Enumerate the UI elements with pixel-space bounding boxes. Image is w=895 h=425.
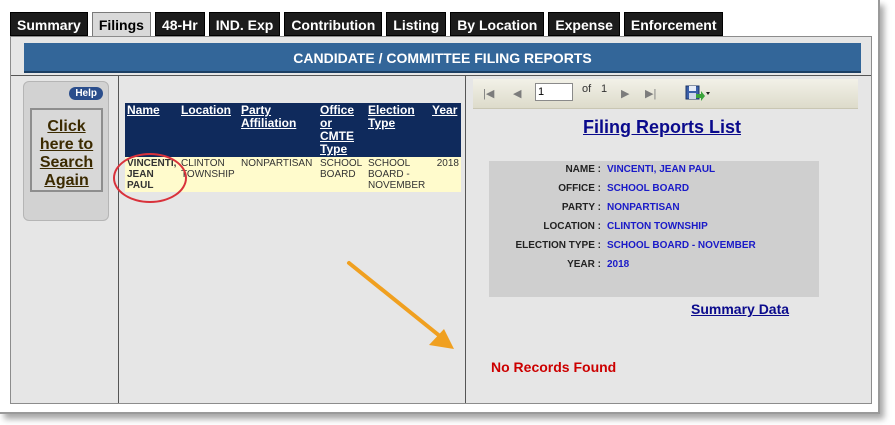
tab-ind-exp[interactable]: IND. Exp	[208, 12, 281, 36]
cell-year: 2018	[430, 157, 461, 192]
cell-party: NONPARTISAN	[239, 157, 318, 192]
tab-summary[interactable]: Summary	[10, 12, 88, 36]
info-label: LOCATION :	[543, 221, 601, 232]
tab-contribution[interactable]: Contribution	[284, 12, 383, 36]
results-header-row: Name Location Party Affiliation Office o…	[125, 103, 461, 157]
columns-top-border	[11, 75, 871, 76]
annotation-circle	[113, 153, 187, 203]
content-panel: CANDIDATE / COMMITTEE FILING REPORTS Hel…	[10, 36, 872, 404]
info-row-office: OFFICE : SCHOOL BOARD	[489, 180, 819, 198]
report-toolbar: |◀ ◀ of 1 ▶ ▶|	[473, 79, 858, 109]
annotation-arrow	[347, 261, 454, 349]
save-export-icon[interactable]	[685, 85, 711, 104]
info-value: VINCENTI, JEAN PAUL	[607, 164, 716, 175]
cell-office: SCHOOL BOARD	[318, 157, 366, 192]
info-value: NONPARTISAN	[607, 202, 680, 213]
tab-listing[interactable]: Listing	[386, 12, 447, 36]
info-label: NAME :	[565, 164, 601, 175]
summary-data-link[interactable]: Summary Data	[691, 301, 789, 317]
search-panel: Help Click here to Search Again	[23, 81, 109, 221]
info-value: CLINTON TOWNSHIP	[607, 221, 708, 232]
info-value: SCHOOL BOARD	[607, 183, 690, 194]
tab-filings[interactable]: Filings	[91, 12, 151, 38]
search-again-button[interactable]: Click here to Search Again	[30, 108, 103, 192]
total-pages: 1	[601, 83, 608, 95]
info-row-name: NAME : VINCENTI, JEAN PAUL	[489, 161, 819, 179]
no-records-message: No Records Found	[491, 359, 617, 375]
filer-info-box: NAME : VINCENTI, JEAN PAUL OFFICE : SCHO…	[489, 161, 819, 297]
header-location[interactable]: Location	[179, 103, 239, 157]
tab-expense[interactable]: Expense	[548, 12, 620, 36]
header-year[interactable]: Year	[430, 103, 461, 157]
info-label: YEAR :	[567, 259, 601, 270]
info-value: SCHOOL BOARD - NOVEMBER	[607, 240, 756, 251]
window-frame: Summary Filings 48-Hr IND. Exp Contribut…	[0, 0, 880, 414]
tab-bar: Summary Filings 48-Hr IND. Exp Contribut…	[10, 12, 724, 38]
info-label: OFFICE :	[558, 183, 601, 194]
column-divider-left	[118, 75, 119, 403]
help-button[interactable]: Help	[69, 87, 103, 100]
of-label: of	[582, 83, 592, 95]
info-row-party: PARTY : NONPARTISAN	[489, 199, 819, 217]
report-title: Filing Reports List	[583, 117, 742, 137]
cell-location: CLINTON TOWNSHIP	[179, 157, 239, 192]
tab-48-hr[interactable]: 48-Hr	[154, 12, 205, 36]
page-banner: CANDIDATE / COMMITTEE FILING REPORTS	[24, 43, 861, 73]
info-label: PARTY :	[561, 202, 601, 213]
header-office[interactable]: Office or CMTE Type	[318, 103, 366, 157]
info-row-location: LOCATION : CLINTON TOWNSHIP	[489, 218, 819, 236]
first-page-icon[interactable]: |◀	[483, 87, 494, 100]
info-label: ELECTION TYPE :	[515, 240, 601, 251]
info-value: 2018	[607, 259, 630, 270]
tab-by-location[interactable]: By Location	[450, 12, 545, 36]
cell-election-type: SCHOOL BOARD - NOVEMBER	[366, 157, 430, 192]
prev-page-icon[interactable]: ◀	[513, 87, 521, 100]
info-row-election-type: ELECTION TYPE : SCHOOL BOARD - NOVEMBER	[489, 237, 819, 255]
tab-enforcement[interactable]: Enforcement	[623, 12, 724, 36]
page-number-input[interactable]	[535, 83, 573, 101]
last-page-icon[interactable]: ▶|	[645, 87, 656, 100]
next-page-icon[interactable]: ▶	[621, 87, 629, 100]
header-election-type[interactable]: Election Type	[366, 103, 430, 157]
info-row-year: YEAR : 2018	[489, 256, 819, 274]
header-name[interactable]: Name	[125, 103, 179, 157]
header-party[interactable]: Party Affiliation	[239, 103, 318, 157]
